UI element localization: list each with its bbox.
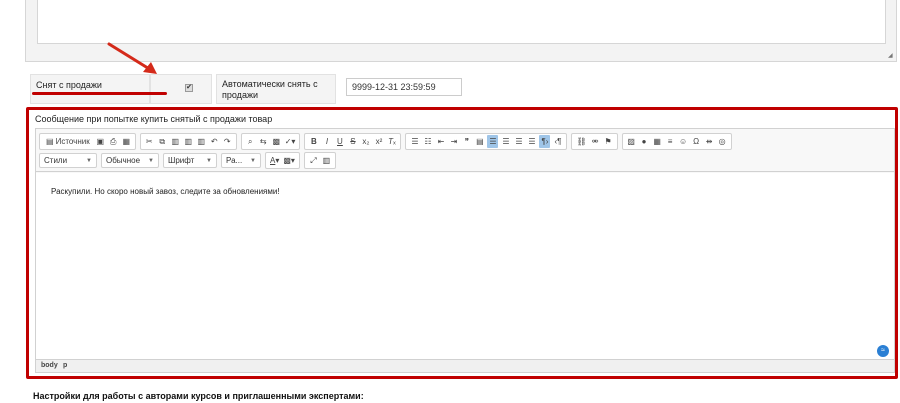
special-char-icon[interactable]: Ω <box>691 135 702 148</box>
underline-icon[interactable]: U <box>334 135 345 148</box>
toolbar-group-links: ⛓ ⚮ ⚑ <box>571 133 618 150</box>
source-icon: ▤ <box>46 137 54 146</box>
table-icon[interactable]: ▦ <box>652 135 663 148</box>
copy-icon[interactable]: ⧉ <box>157 135 168 148</box>
toolbar-group-basicstyles: B I U S x₂ x² Tₓ <box>304 133 402 150</box>
toolbar-group-colors: A ▾ ▩▾ <box>265 152 300 169</box>
withdrawn-label: Снят с продажи <box>36 80 102 90</box>
styles-dropdown-label: Стили <box>44 156 68 165</box>
element-path-bar: body p <box>36 359 894 372</box>
numbered-list-icon[interactable]: ☰ <box>409 135 420 148</box>
styles-dropdown[interactable]: Стили ▼ <box>39 153 97 168</box>
source-button[interactable]: ▤ Источник <box>43 135 93 148</box>
paste-word-icon[interactable]: ▥ <box>196 135 207 148</box>
redo-icon[interactable]: ↷ <box>222 135 233 148</box>
auto-withdraw-label-line2: продажи <box>222 90 258 100</box>
horizontal-rule-icon[interactable]: ≡ <box>665 135 676 148</box>
div-icon[interactable]: ▤ <box>474 135 485 148</box>
withdrawn-checkbox-cell: ✔ <box>150 74 212 104</box>
unlink-icon[interactable]: ⚮ <box>590 135 601 148</box>
print-icon[interactable]: ⎙ <box>108 135 119 148</box>
auto-withdraw-label-line1: Автоматически снять с <box>222 79 318 89</box>
previous-editor-content[interactable] <box>37 0 886 44</box>
replace-icon[interactable]: ⇆ <box>258 135 269 148</box>
anchor-icon[interactable]: ⚑ <box>603 135 614 148</box>
authors-section-title: Настройки для работы с авторами курсов и… <box>33 391 364 401</box>
resize-grip-icon[interactable]: ◢ <box>888 53 894 59</box>
align-right-icon[interactable]: ☰ <box>513 135 524 148</box>
maximize-icon[interactable]: ⤢ <box>308 154 319 167</box>
superscript-icon[interactable]: x² <box>373 135 384 148</box>
show-blocks-icon[interactable]: ▥ <box>321 154 332 167</box>
blockquote-icon[interactable]: ❞ <box>461 135 472 148</box>
auto-withdraw-date-input[interactable] <box>346 78 462 96</box>
font-dropdown-label: Шрифт <box>168 156 195 165</box>
rtl-icon[interactable]: ‹¶ <box>552 135 563 148</box>
text-color-icon[interactable]: A ▾ <box>269 154 280 167</box>
smiley-icon[interactable]: ☺ <box>678 135 689 148</box>
iframe-icon[interactable]: ◎ <box>717 135 728 148</box>
toolbar-group-tools: ⤢ ▥ <box>303 152 336 169</box>
font-dropdown[interactable]: Шрифт ▼ <box>163 153 217 168</box>
editor-content-text: Раскупили. Но скоро новый завоз, следите… <box>51 187 280 196</box>
chevron-down-icon: ▼ <box>148 157 154 164</box>
toolbar-group-editing: ⌕ ⇆ ▩ ✓▾ <box>240 133 301 150</box>
editor-toolbar: ▤ Источник ▣ ⎙ ▦ ✂ ⧉ ▥ ▥ ▥ ↶ ↷ ⌕ ⇆ ▩ ✓▾ <box>36 129 894 172</box>
format-dropdown[interactable]: Обычное ▼ <box>101 153 159 168</box>
undo-icon[interactable]: ↶ <box>209 135 220 148</box>
source-button-label: Источник <box>55 137 90 146</box>
rich-text-editor: ▤ Источник ▣ ⎙ ▦ ✂ ⧉ ▥ ▥ ▥ ↶ ↷ ⌕ ⇆ ▩ ✓▾ <box>35 128 895 373</box>
withdrawn-property-row: Снят с продажи ✔ Автоматически снять с п… <box>30 74 895 104</box>
align-center-icon[interactable]: ☰ <box>500 135 511 148</box>
cut-icon[interactable]: ✂ <box>144 135 155 148</box>
strike-icon[interactable]: S <box>347 135 358 148</box>
paste-icon[interactable]: ▥ <box>170 135 181 148</box>
editor-content-area[interactable]: Раскупили. Но скоро новый завоз, следите… <box>36 173 894 361</box>
subscript-icon[interactable]: x₂ <box>360 135 371 148</box>
withdrawn-label-cell: Снят с продажи <box>30 74 150 104</box>
indent-icon[interactable]: ⇥ <box>448 135 459 148</box>
link-icon[interactable]: ⛓ <box>575 135 587 148</box>
withdrawn-checkbox[interactable]: ✔ <box>185 84 193 92</box>
select-all-icon[interactable]: ▩ <box>271 135 282 148</box>
toolbar-group-clipboard: ✂ ⧉ ▥ ▥ ▥ ↶ ↷ <box>139 133 237 150</box>
flash-icon[interactable]: ● <box>639 135 650 148</box>
ltr-icon[interactable]: ¶› <box>539 135 551 148</box>
spellcheck-badge-icon[interactable]: ≈ <box>877 345 889 357</box>
size-dropdown[interactable]: Ра... ▼ <box>221 153 261 168</box>
align-left-icon[interactable]: ☰ <box>487 135 499 148</box>
preview-icon[interactable]: ▣ <box>95 135 106 148</box>
page-break-icon[interactable]: ⇻ <box>704 135 715 148</box>
bulleted-list-icon[interactable]: ☷ <box>422 135 433 148</box>
paste-text-icon[interactable]: ▥ <box>183 135 194 148</box>
auto-withdraw-value-cell <box>336 74 895 104</box>
toolbar-group-document: ▤ Источник ▣ ⎙ ▦ <box>39 133 136 150</box>
toolbar-group-paragraph: ☰ ☷ ⇤ ⇥ ❞ ▤ ☰ ☰ ☰ ☰ ¶› ‹¶ <box>405 133 568 150</box>
path-item-p[interactable]: p <box>63 362 67 369</box>
editor-label: Сообщение при попытке купить снятый с пр… <box>35 114 273 124</box>
templates-icon[interactable]: ▦ <box>121 135 132 148</box>
italic-icon[interactable]: I <box>321 135 332 148</box>
remove-format-icon[interactable]: Tₓ <box>386 135 397 148</box>
format-dropdown-label: Обычное <box>106 156 141 165</box>
outdent-icon[interactable]: ⇤ <box>435 135 446 148</box>
find-icon[interactable]: ⌕ <box>245 135 256 148</box>
chevron-down-icon: ▼ <box>206 157 212 164</box>
chevron-down-icon: ▼ <box>86 157 92 164</box>
annotation-underline <box>32 92 167 95</box>
align-justify-icon[interactable]: ☰ <box>526 135 537 148</box>
path-item-body[interactable]: body <box>41 362 58 369</box>
image-icon[interactable]: ▨ <box>626 135 637 148</box>
size-dropdown-label: Ра... <box>226 156 243 165</box>
bold-icon[interactable]: B <box>308 135 319 148</box>
spellcheck-icon[interactable]: ✓▾ <box>284 135 297 148</box>
toolbar-group-insert: ▨ ● ▦ ≡ ☺ Ω ⇻ ◎ <box>621 133 732 150</box>
bg-color-icon[interactable]: ▩▾ <box>282 154 296 167</box>
auto-withdraw-label-cell: Автоматически снять с продажи <box>216 74 336 104</box>
chevron-down-icon: ▼ <box>250 157 256 164</box>
